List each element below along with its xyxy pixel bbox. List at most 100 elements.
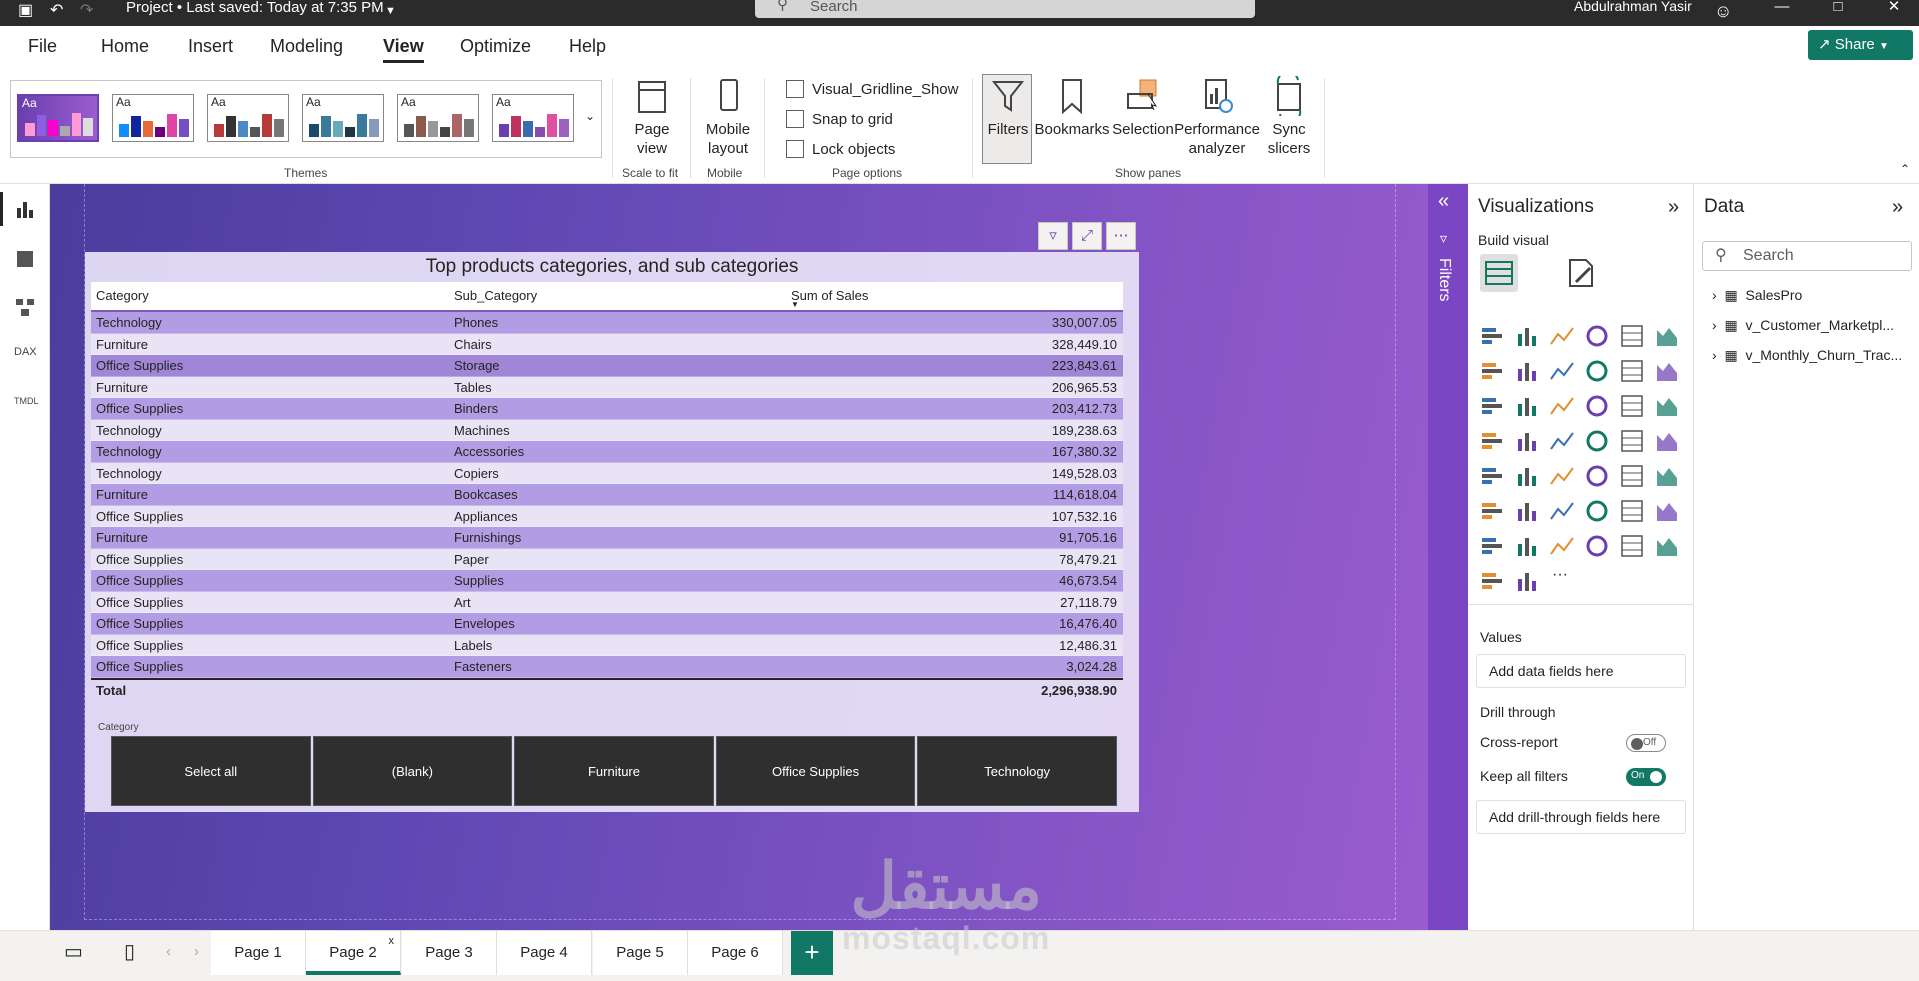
- table-row[interactable]: Office Supplies Art 27,118.79: [91, 591, 1123, 613]
- 100-area-visual-icon[interactable]: [1583, 357, 1611, 385]
- table-row[interactable]: Technology Phones 330,007.05: [91, 312, 1123, 334]
- global-search[interactable]: ⚲ Search: [755, 0, 1255, 18]
- filled-map-visual-icon[interactable]: [1548, 427, 1576, 455]
- visual-filter-icon[interactable]: ▿: [1038, 222, 1068, 250]
- document-title[interactable]: Project • Last saved: Today at 7:35 PM: [126, 0, 384, 16]
- table-row[interactable]: Furniture Chairs 328,449.10: [91, 333, 1123, 355]
- close-page-icon[interactable]: x: [389, 919, 395, 963]
- page-tab-5[interactable]: Page 5: [593, 931, 688, 975]
- diamond-visual-visual-icon[interactable]: [1478, 567, 1506, 595]
- table-row[interactable]: Furniture Furnishings 91,705.16: [91, 527, 1123, 549]
- table-visual-build-icon[interactable]: [1480, 254, 1518, 292]
- slicer-furniture[interactable]: Furniture: [514, 736, 714, 806]
- page-tab-4[interactable]: Page 4: [497, 931, 592, 975]
- table-view-icon[interactable]: [14, 248, 36, 270]
- theme-5[interactable]: Aa: [397, 94, 479, 142]
- title-dropdown-icon[interactable]: ▼: [385, 0, 396, 26]
- narrative-visual-icon[interactable]: [1618, 497, 1646, 525]
- stacked-column-visual-icon[interactable]: [1513, 322, 1541, 350]
- waterfall-visual-icon[interactable]: [1513, 392, 1541, 420]
- slicer-technology[interactable]: Technology: [917, 736, 1117, 806]
- multi-row-card-visual-icon[interactable]: [1513, 462, 1541, 490]
- image-visual-icon[interactable]: [1618, 532, 1646, 560]
- table-row[interactable]: Technology Accessories 167,380.32: [91, 441, 1123, 463]
- page-tab-1[interactable]: Page 1: [211, 931, 306, 975]
- line-clustered-visual-icon[interactable]: [1653, 357, 1681, 385]
- shape-map-visual-icon[interactable]: [1583, 427, 1611, 455]
- theme-4[interactable]: Aa: [302, 94, 384, 142]
- page-tab-2[interactable]: Page 2x: [306, 931, 401, 975]
- sync-slicers-button[interactable]: Sync slicers: [1264, 76, 1314, 158]
- power-automate-visual-icon[interactable]: [1548, 532, 1576, 560]
- clustered-column-visual-icon[interactable]: [1583, 322, 1611, 350]
- chevron-visual-visual-icon[interactable]: [1513, 567, 1541, 595]
- paginated-visual-icon[interactable]: [1478, 532, 1506, 560]
- expand-filters-icon[interactable]: «: [1438, 190, 1449, 213]
- model-view-icon[interactable]: [14, 296, 36, 318]
- card-visual-icon[interactable]: [1478, 462, 1506, 490]
- lock-objects-checkbox[interactable]: Lock objects: [786, 140, 895, 158]
- mobile-layout-icon[interactable]: ▯: [124, 939, 135, 964]
- menu-insert[interactable]: Insert: [188, 36, 233, 57]
- theme-2[interactable]: Aa: [112, 94, 194, 142]
- report-view-icon[interactable]: [14, 198, 36, 220]
- menu-modeling[interactable]: Modeling: [270, 36, 343, 57]
- collapse-data-icon[interactable]: »: [1892, 196, 1903, 219]
- slicer-visual-icon[interactable]: [1583, 462, 1611, 490]
- collapse-ribbon-icon[interactable]: ⌃: [1900, 162, 1910, 176]
- python-visual-icon[interactable]: [1478, 497, 1506, 525]
- table-row[interactable]: Office Supplies Appliances 107,532.16: [91, 505, 1123, 527]
- table-row[interactable]: Office Supplies Binders 203,412.73: [91, 398, 1123, 420]
- menu-file[interactable]: File: [28, 36, 57, 57]
- page-tab-6[interactable]: Page 6: [688, 931, 783, 975]
- kpi-visual-icon[interactable]: [1548, 462, 1576, 490]
- menu-help[interactable]: Help: [569, 36, 606, 57]
- pie-visual-icon[interactable]: [1618, 392, 1646, 420]
- column-header-category[interactable]: Category: [96, 288, 149, 303]
- theme-6[interactable]: Aa: [492, 94, 574, 142]
- redo-icon[interactable]: ↷: [80, 0, 93, 26]
- drill-through-well[interactable]: Add drill-through fields here: [1476, 800, 1686, 834]
- 100-column-visual-icon[interactable]: [1653, 322, 1681, 350]
- stacked-bar-visual-icon[interactable]: [1478, 322, 1506, 350]
- desktop-layout-icon[interactable]: ▭: [64, 939, 83, 964]
- table-row[interactable]: Furniture Bookcases 114,618.04: [91, 484, 1123, 506]
- line-column-visual-icon[interactable]: [1618, 357, 1646, 385]
- table-row[interactable]: Technology Copiers 149,528.03: [91, 462, 1123, 484]
- save-icon[interactable]: ▣: [18, 0, 33, 26]
- ribbon-visual-icon[interactable]: [1478, 392, 1506, 420]
- format-visual-icon[interactable]: [1564, 256, 1598, 290]
- snap-to-grid-checkbox[interactable]: Snap to grid: [786, 110, 893, 128]
- slicer-blank[interactable]: (Blank): [312, 736, 513, 806]
- map-visual-icon[interactable]: [1513, 427, 1541, 455]
- table-item-customer-marketplace[interactable]: › ▦ v_Customer_Marketpl...: [1712, 317, 1894, 334]
- add-page-button[interactable]: +: [791, 931, 833, 975]
- slicer-office-supplies[interactable]: Office Supplies: [715, 736, 916, 806]
- prev-page-icon[interactable]: ‹: [166, 943, 171, 960]
- gauge-visual-icon[interactable]: [1653, 427, 1681, 455]
- table-visual[interactable]: Top products categories, and sub categor…: [85, 252, 1139, 812]
- line-visual-icon[interactable]: [1478, 357, 1506, 385]
- table-row[interactable]: Office Supplies Supplies 46,673.54: [91, 570, 1123, 592]
- page-view-button[interactable]: Page view: [626, 76, 678, 158]
- next-page-icon[interactable]: ›: [194, 943, 199, 960]
- azure-map-visual-icon[interactable]: [1618, 427, 1646, 455]
- mobile-layout-button[interactable]: Mobile layout: [700, 76, 756, 158]
- more-visuals-icon[interactable]: ···: [1552, 566, 1568, 584]
- focus-mode-icon[interactable]: ⤢: [1072, 222, 1102, 250]
- close-icon[interactable]: ✕: [1874, 0, 1914, 20]
- theme-1[interactable]: Aa: [17, 94, 99, 142]
- menu-home[interactable]: Home: [101, 36, 149, 57]
- funnel-visual-icon[interactable]: [1548, 392, 1576, 420]
- treemap-visual-icon[interactable]: [1478, 427, 1506, 455]
- power-apps-visual-icon[interactable]: [1513, 532, 1541, 560]
- minimize-icon[interactable]: —: [1762, 0, 1802, 20]
- themes-expand-icon[interactable]: ⌄: [585, 109, 595, 123]
- expand-chevron-icon[interactable]: ›: [1712, 347, 1717, 363]
- collapse-visualizations-icon[interactable]: »: [1668, 196, 1679, 219]
- tmdl-view-icon[interactable]: TMDL: [14, 396, 39, 418]
- expand-chevron-icon[interactable]: ›: [1712, 287, 1717, 303]
- key-influencers-visual-icon[interactable]: [1513, 497, 1541, 525]
- column-header-subcategory[interactable]: Sub_Category: [454, 288, 537, 303]
- azure-visual-visual-icon[interactable]: [1653, 532, 1681, 560]
